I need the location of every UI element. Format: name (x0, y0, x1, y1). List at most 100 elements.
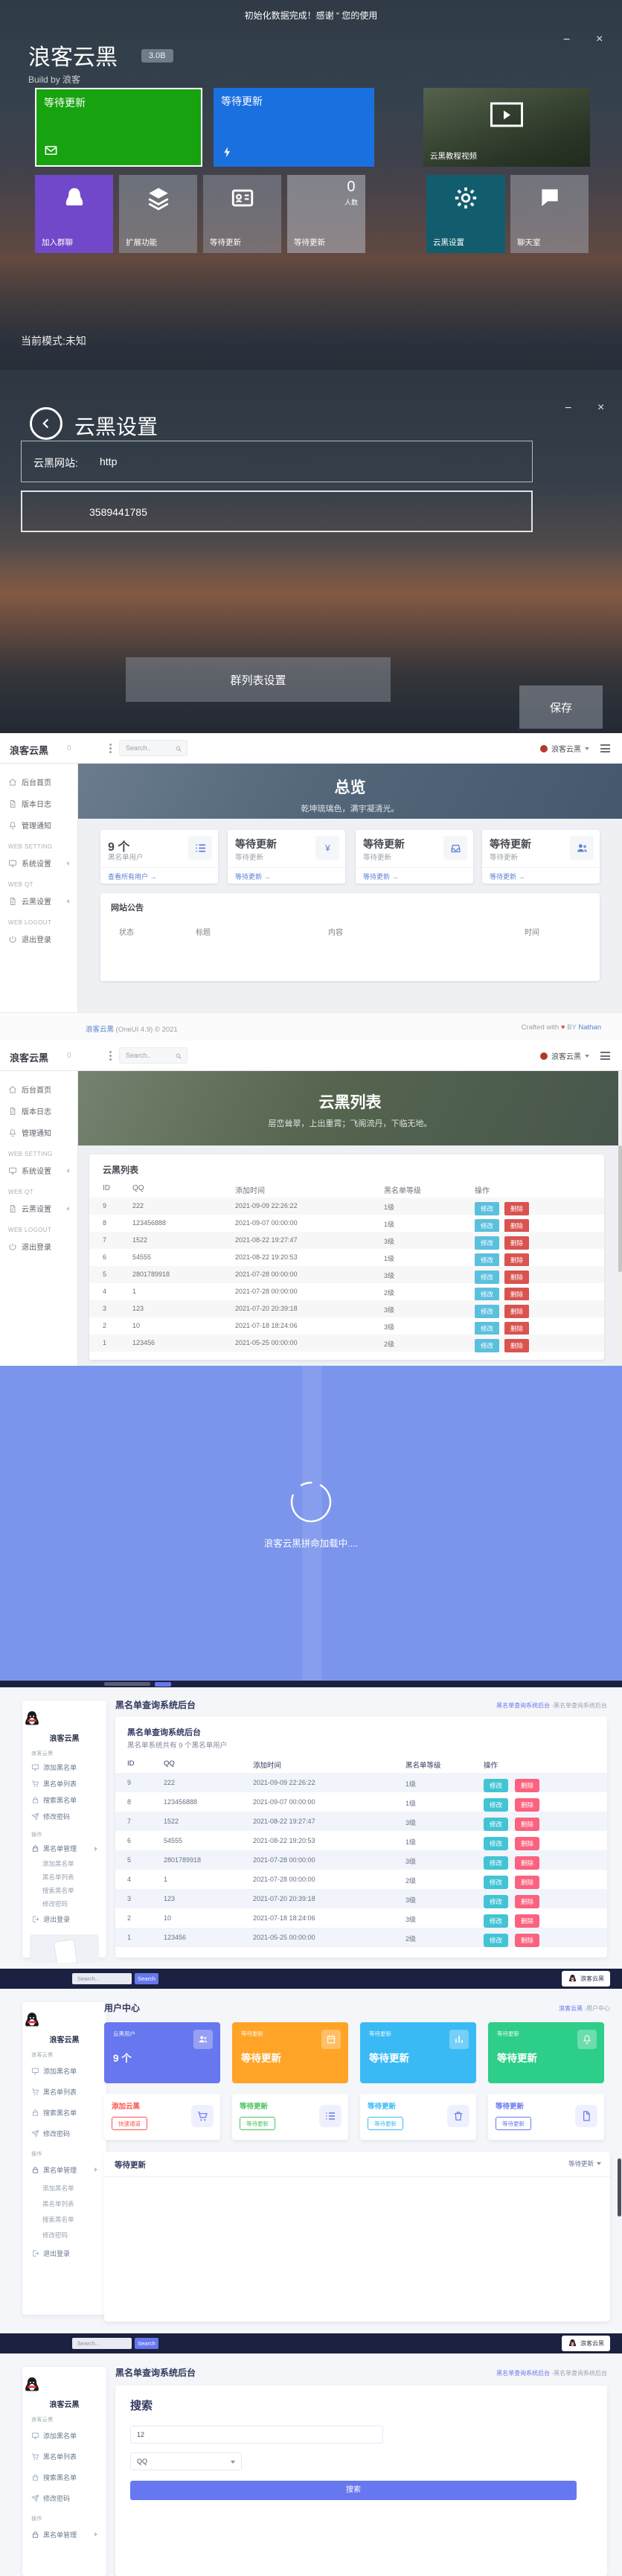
edit-button[interactable]: 修改 (475, 1253, 499, 1267)
sidebar-item[interactable]: 版本日志 (0, 793, 77, 814)
tile-join-group-chat[interactable]: 加入群聊 (35, 175, 113, 253)
sidebar-item[interactable]: 黑名单列表 (22, 2081, 106, 2102)
menu-toggle-icon[interactable] (600, 1052, 610, 1062)
tile-wait-update-blue[interactable]: 等待更新 (214, 88, 374, 167)
scrollbar-thumb[interactable] (618, 2158, 621, 2217)
delete-button[interactable]: 删除 (504, 1253, 529, 1267)
edit-button[interactable]: 修改 (484, 1876, 508, 1889)
delete-button[interactable]: 删除 (515, 1895, 539, 1908)
stat-card-link[interactable]: 等待更新 (490, 872, 525, 881)
tile-tutorial-video[interactable]: 云黑教程视频 (423, 88, 590, 167)
sidebar-item[interactable]: 版本日志 (0, 1100, 77, 1122)
sidebar-item[interactable]: 后台首页 (0, 1078, 77, 1100)
edit-button[interactable]: 修改 (484, 1779, 508, 1792)
more-dots-icon[interactable] (109, 1055, 112, 1057)
minimize-button[interactable]: − (565, 403, 571, 415)
brand[interactable]: 浪客云黑 (10, 1050, 48, 1064)
search-input[interactable]: Search.. (119, 1047, 187, 1064)
sidebar-group-blacklist-manage[interactable]: 黑名单管理 (22, 1840, 106, 1857)
delete-button[interactable]: 删除 (504, 1339, 529, 1352)
search-query-input[interactable]: 12 (130, 2426, 383, 2444)
save-button[interactable]: 保存 (519, 685, 603, 729)
site-url-field[interactable]: 云黑网站: http (21, 441, 533, 482)
sidebar-item[interactable]: 修改密码 (22, 2123, 106, 2144)
sidebar-item[interactable]: 后台首页 (0, 771, 77, 793)
sidebar-item-cloud-settings[interactable]: 云黑设置 (0, 890, 77, 912)
tile-wait-update-green[interactable]: 等待更新 (35, 88, 202, 167)
delete-button[interactable]: 删除 (504, 1271, 529, 1284)
edit-button[interactable]: 修改 (475, 1202, 499, 1215)
sidebar-sub-item[interactable]: 添加黑名单 (22, 2180, 106, 2196)
sidebar-item[interactable]: 添加黑名单 (22, 1759, 106, 1775)
view-all-users-link[interactable]: 查看所有用户 (108, 872, 157, 881)
group-list-settings-button[interactable]: 群列表设置 (126, 657, 391, 702)
tile-wait-update-card[interactable]: 等待更新 (203, 175, 281, 253)
delete-button[interactable]: 删除 (515, 1934, 539, 1947)
sidebar-item-logout[interactable]: 退出登录 (22, 2243, 106, 2263)
minimize-button[interactable]: − (563, 34, 570, 46)
panel-filter-dropdown[interactable]: 等待更新 (568, 2159, 601, 2168)
delete-button[interactable]: 删除 (515, 1914, 539, 1928)
edit-button[interactable]: 修改 (475, 1288, 499, 1301)
delete-button[interactable]: 删除 (504, 1305, 529, 1318)
quick-card-button[interactable]: 快速通道 (112, 2117, 147, 2130)
delete-button[interactable]: 删除 (515, 1818, 539, 1831)
sidebar-sub-item[interactable]: 修改密码 (22, 1897, 106, 1911)
tile-cloud-black-settings[interactable]: 云黑设置 (426, 175, 505, 253)
sidebar-item[interactable]: 管理通知 (0, 814, 77, 836)
scrollbar[interactable] (618, 1071, 622, 1366)
user-menu[interactable]: 浪客云黑 (540, 743, 589, 754)
edit-button[interactable]: 修改 (475, 1322, 499, 1335)
sidebar-item[interactable]: 修改密码 (22, 2487, 106, 2508)
sidebar-sub-item[interactable]: 修改密码 (22, 2227, 106, 2243)
tile-extensions[interactable]: 扩展功能 (119, 175, 197, 253)
delete-button[interactable]: 删除 (504, 1288, 529, 1301)
edit-button[interactable]: 修改 (484, 1818, 508, 1831)
search-input[interactable]: Search.. (119, 740, 187, 756)
edit-button[interactable]: 修改 (484, 1837, 508, 1850)
delete-button[interactable]: 删除 (504, 1322, 529, 1335)
search-submit-button[interactable]: 搜索 (130, 2481, 577, 2500)
sidebar-item-logout[interactable]: 退出登录 (0, 928, 77, 950)
close-button[interactable]: × (597, 402, 604, 414)
sidebar-item[interactable]: 管理通知 (0, 1122, 77, 1143)
edit-button[interactable]: 修改 (475, 1219, 499, 1233)
delete-button[interactable]: 删除 (515, 1856, 539, 1870)
delete-button[interactable]: 删除 (504, 1202, 529, 1215)
sidebar-item-system-settings[interactable]: 系统设置 (0, 1160, 77, 1181)
delete-button[interactable]: 删除 (515, 1876, 539, 1889)
delete-button[interactable]: 删除 (504, 1219, 529, 1233)
sidebar-item[interactable]: 黑名单列表 (22, 1775, 106, 1792)
scrollbar-thumb[interactable] (618, 1145, 622, 1272)
sidebar-group-blacklist-manage[interactable]: 黑名单管理 (22, 2159, 106, 2180)
edit-button[interactable]: 修改 (484, 1856, 508, 1870)
close-button[interactable]: × (596, 33, 603, 45)
delete-button[interactable]: 删除 (504, 1236, 529, 1250)
tile-chat-room[interactable]: 聊天室 (510, 175, 589, 253)
sidebar-item[interactable]: 搜索黑名单 (22, 2102, 106, 2123)
back-button[interactable] (30, 407, 62, 440)
sidebar-item-system-settings[interactable]: 系统设置 (0, 852, 77, 874)
edit-button[interactable]: 修改 (484, 1914, 508, 1928)
sidebar-item[interactable]: 修改密码 (22, 1808, 106, 1824)
tile-wait-update-count[interactable]: 0 人数 等待更新 (287, 175, 365, 253)
quick-card-button[interactable]: 等待更新 (368, 2117, 403, 2130)
stat-card-link[interactable]: 等待更新 (363, 872, 399, 881)
delete-button[interactable]: 删除 (515, 1837, 539, 1850)
brand[interactable]: 浪客云黑 (10, 743, 48, 757)
delete-button[interactable]: 删除 (515, 1779, 539, 1792)
delete-button[interactable]: 删除 (515, 1798, 539, 1812)
more-dots-icon[interactable] (109, 747, 112, 750)
sidebar-sub-item[interactable]: 添加黑名单 (22, 1857, 106, 1870)
edit-button[interactable]: 修改 (475, 1305, 499, 1318)
edit-button[interactable]: 修改 (484, 1798, 508, 1812)
sidebar-sub-item[interactable]: 黑名单列表 (22, 2196, 106, 2211)
edit-button[interactable]: 修改 (475, 1236, 499, 1250)
quick-card-button[interactable]: 等待更新 (496, 2117, 531, 2130)
edit-button[interactable]: 修改 (484, 1895, 508, 1908)
quick-card-button[interactable]: 等待更新 (240, 2117, 275, 2130)
author-link[interactable]: Nathan (578, 1023, 601, 1032)
sidebar-sub-item[interactable]: 搜索黑名单 (22, 2211, 106, 2227)
user-menu[interactable]: 浪客云黑 (540, 1050, 589, 1061)
sidebar-item[interactable]: 添加黑名单 (22, 2425, 106, 2446)
